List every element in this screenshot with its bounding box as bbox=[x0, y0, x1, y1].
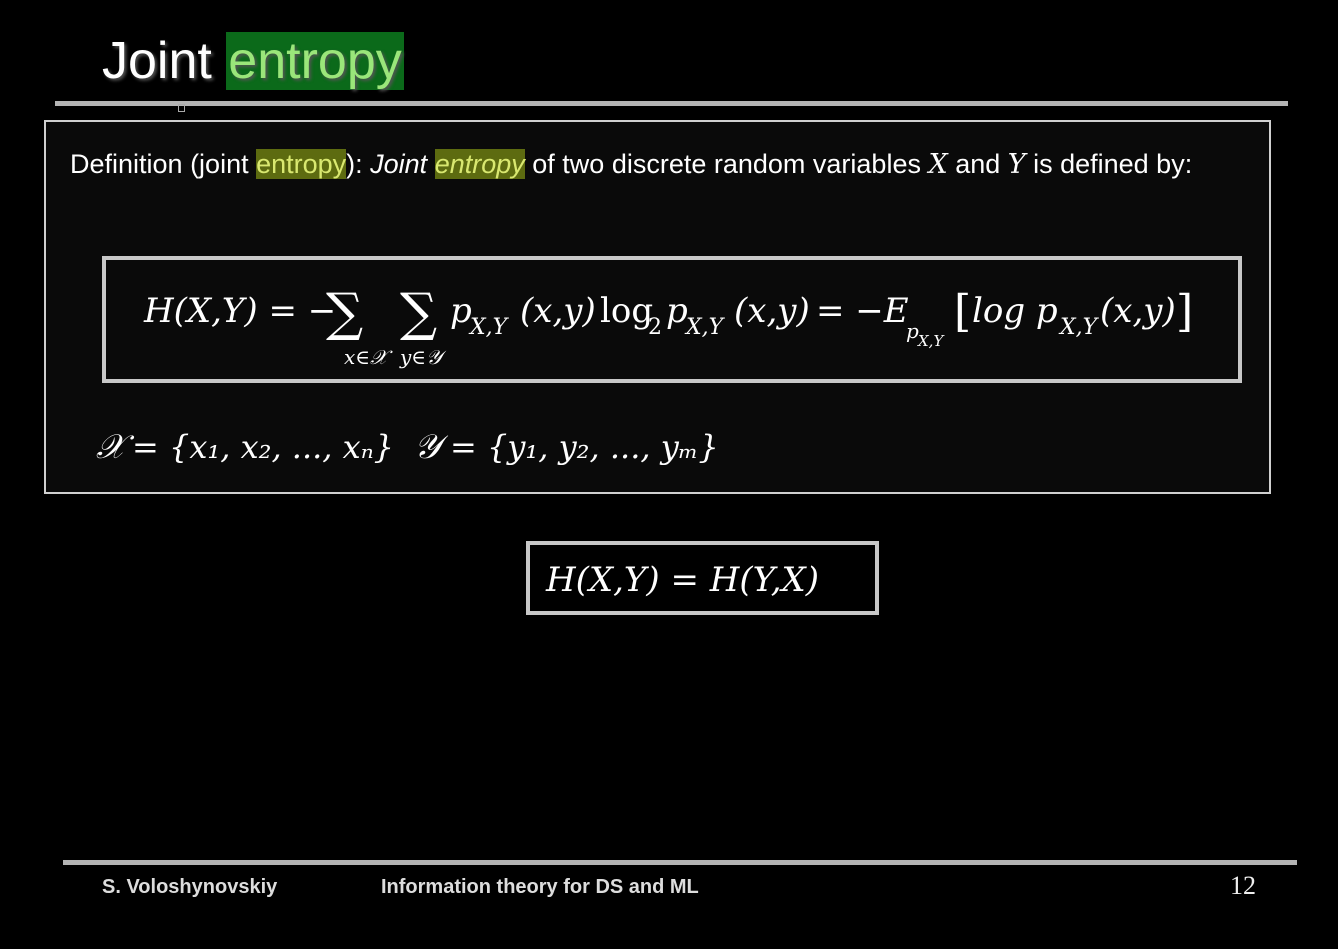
log-base: log bbox=[600, 291, 653, 331]
top-rule bbox=[55, 101, 1288, 106]
page-number: 12 bbox=[1230, 871, 1256, 900]
title-highlight: entropy bbox=[226, 32, 404, 90]
definition-label-highlight: entropy bbox=[256, 149, 347, 179]
left-bracket: [ bbox=[954, 286, 971, 337]
definition-text-middle: of two discrete random variables bbox=[524, 149, 929, 179]
y-set-body: = {y₁, y₂, ..., yₘ} bbox=[450, 428, 719, 466]
bracket-arg: (x,y) bbox=[1100, 291, 1176, 331]
term1-arg: (x,y) bbox=[520, 291, 596, 331]
footer-course: Information theory for DS and ML bbox=[381, 876, 699, 898]
x-set-name: 𝒳 bbox=[96, 427, 135, 467]
bracket-sub: X,Y bbox=[1058, 315, 1100, 340]
expectation-sub-sub: X,Y bbox=[917, 332, 945, 350]
definition-var-y: Y bbox=[1007, 149, 1026, 180]
term1-sub: X,Y bbox=[468, 315, 510, 340]
right-bracket: ] bbox=[1176, 286, 1193, 337]
bracket-content: log p bbox=[972, 291, 1058, 331]
slide-title: Joint entropy bbox=[102, 30, 404, 92]
expectation: = −E bbox=[816, 291, 909, 331]
definition-text-end: is defined by: bbox=[1025, 149, 1193, 179]
term2-p: p bbox=[666, 291, 688, 331]
sum-y-subscript: y∈𝒴 bbox=[399, 345, 447, 369]
cursor-marker bbox=[178, 104, 185, 112]
term2-sub: X,Y bbox=[684, 315, 726, 340]
title-plain: Joint bbox=[102, 32, 212, 90]
bottom-rule bbox=[63, 860, 1297, 865]
definition-var-x: X bbox=[928, 149, 948, 180]
definition-text-and: and bbox=[947, 149, 1008, 179]
y-set-name: 𝒴 bbox=[414, 427, 449, 467]
symmetry-formula: H(X,Y) = H(Y,X) bbox=[545, 560, 819, 600]
sum-x-symbol: ∑ bbox=[326, 283, 363, 343]
joint-entropy-formula: H(X,Y) = − ∑ ∑ x∈𝒳 y∈𝒴 p X,Y (x,y) log 2… bbox=[143, 283, 1193, 369]
definition-text: Definition (joint entropy): Joint entrop… bbox=[70, 146, 1250, 183]
term2-arg: (x,y) bbox=[734, 291, 810, 331]
joint-entropy-formula-box: H(X,Y) = − ∑ ∑ x∈𝒳 y∈𝒴 p X,Y (x,y) log 2… bbox=[102, 256, 1242, 383]
formula-lhs: H(X,Y) = − bbox=[143, 291, 336, 331]
symmetry-text: H(X,Y) = H(Y,X) bbox=[545, 560, 819, 600]
x-set-body: = {x₁, x₂, ..., xₙ} bbox=[132, 428, 394, 466]
sum-x-subscript: x∈𝒳 bbox=[344, 345, 393, 369]
log-sub: 2 bbox=[648, 315, 662, 340]
footer-author: S. Voloshynovskiy bbox=[102, 876, 278, 898]
alphabet-definitions: 𝒳 = {x₁, x₂, ..., xₙ} 𝒴 = {y₁, y₂, ..., … bbox=[96, 427, 719, 467]
definition-box: Definition (joint entropy): Joint entrop… bbox=[44, 120, 1271, 494]
symmetry-box: H(X,Y) = H(Y,X) bbox=[526, 541, 879, 615]
definition-label-prefix: Definition (joint bbox=[70, 149, 257, 179]
term1-p: p bbox=[450, 291, 472, 331]
definition-italic-word: Joint bbox=[370, 149, 428, 179]
definition-label-suffix: ): bbox=[346, 149, 371, 179]
sum-y-symbol: ∑ bbox=[400, 283, 437, 343]
definition-italic-highlight: entropy bbox=[434, 149, 525, 179]
